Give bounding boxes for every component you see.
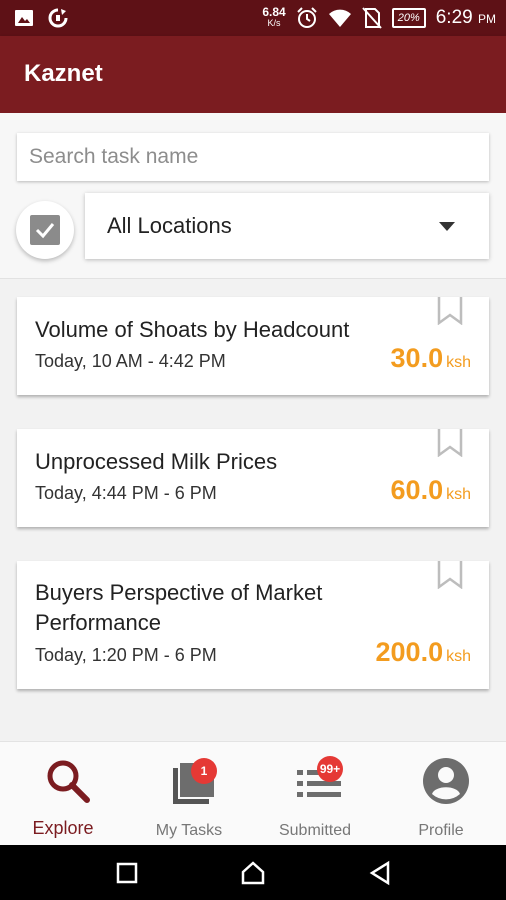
- nav-explore-label: Explore: [32, 818, 94, 838]
- search-box[interactable]: [17, 133, 489, 181]
- nav-submitted[interactable]: 99+ Submitted: [252, 742, 378, 846]
- status-bar: 6.84 K/s 20% 6:29 PM: [0, 0, 506, 36]
- network-speed-value: 6.84: [262, 5, 286, 19]
- task-time: Today, 1:20 PM - 6 PM: [35, 645, 217, 665]
- location-dropdown[interactable]: All Locations: [85, 193, 489, 259]
- network-speed-unit: K/s: [267, 18, 281, 28]
- battery-level: 20%: [397, 12, 420, 24]
- no-sim-icon: [361, 7, 382, 29]
- location-toggle[interactable]: [16, 201, 74, 259]
- dropdown-caret-icon: [439, 222, 455, 231]
- system-navigation-bar: [0, 845, 506, 900]
- clock: 6:29 PM: [436, 7, 496, 29]
- alarm-icon: [297, 7, 317, 28]
- task-pay-amount: 60.0: [390, 475, 444, 505]
- task-pay-amount: 30.0: [390, 343, 444, 373]
- task-pay-unit: ksh: [446, 648, 471, 665]
- task-pay: 200.0 ksh: [376, 637, 471, 668]
- app-title: Kaznet: [24, 60, 103, 87]
- task-pay: 60.0 ksh: [391, 475, 471, 506]
- battery-icon: 20%: [391, 8, 426, 28]
- task-pay-amount: 200.0: [375, 637, 444, 667]
- clock-time: 6:29: [435, 7, 473, 28]
- task-title: Buyers Perspective of Market Performance: [35, 580, 323, 635]
- submitted-badge: 99+: [317, 756, 343, 782]
- nav-my-tasks[interactable]: 1 My Tasks: [126, 742, 252, 846]
- task-pay: 30.0 ksh: [391, 343, 471, 374]
- bottom-navigation: Explore 1 My Tasks 99+ Submitted Profile: [0, 741, 506, 846]
- nav-submitted-label: Submitted: [278, 822, 352, 839]
- task-title: Unprocessed Milk Prices: [35, 449, 278, 474]
- sync-icon: [48, 8, 68, 28]
- home-icon[interactable]: [239, 859, 267, 887]
- task-pay-unit: ksh: [446, 486, 471, 503]
- task-time: Today, 4:44 PM - 6 PM: [35, 483, 217, 503]
- search-icon: [47, 760, 90, 803]
- bookmark-icon[interactable]: [437, 561, 463, 589]
- network-speed: 6.84 K/s: [262, 5, 286, 29]
- account-circle-icon: [423, 758, 469, 804]
- nav-profile[interactable]: Profile: [378, 742, 504, 846]
- recents-icon[interactable]: [113, 859, 141, 887]
- nav-profile-label: Profile: [418, 822, 464, 839]
- task-time: Today, 10 AM - 4:42 PM: [35, 351, 226, 371]
- nav-my-tasks-label: My Tasks: [155, 822, 223, 839]
- my-tasks-badge: 1: [191, 758, 217, 784]
- checkmark-icon: [35, 223, 55, 239]
- bookmark-icon[interactable]: [437, 429, 463, 457]
- clock-ampm: PM: [478, 12, 496, 26]
- task-pay-unit: ksh: [446, 354, 471, 371]
- filter-area: All Locations: [0, 113, 506, 279]
- bookmark-icon[interactable]: [437, 297, 463, 325]
- wifi-icon: [328, 9, 351, 27]
- search-input[interactable]: [27, 144, 489, 170]
- task-card[interactable]: Buyers Perspective of Market Performance…: [17, 561, 489, 689]
- location-dropdown-value: All Locations: [107, 213, 232, 238]
- task-card[interactable]: Volume of Shoats by Headcount Today, 10 …: [17, 297, 489, 395]
- task-title: Volume of Shoats by Headcount: [35, 317, 350, 342]
- app-bar: Kaznet: [0, 36, 506, 113]
- back-icon[interactable]: [366, 859, 394, 887]
- image-icon: [15, 10, 33, 26]
- location-checkbox[interactable]: [30, 215, 60, 245]
- nav-explore[interactable]: Explore: [0, 742, 126, 846]
- task-card[interactable]: Unprocessed Milk Prices Today, 4:44 PM -…: [17, 429, 489, 527]
